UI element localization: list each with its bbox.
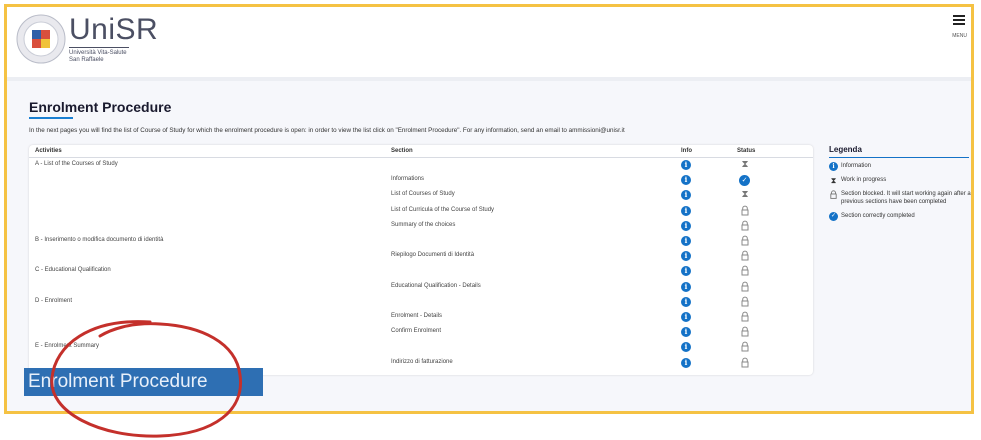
- lock-icon: [739, 265, 751, 277]
- section-cell[interactable]: Indirizzo di fatturazione: [391, 359, 453, 365]
- table-row: B - Inserimento o modifica documento di …: [29, 234, 813, 249]
- legend-item-completed: ✓ Section correctly completed: [829, 212, 971, 221]
- header: UniSR Università Vita-Salute San Raffael…: [7, 7, 971, 77]
- info-icon[interactable]: i: [681, 190, 691, 201]
- legend-item-information: i Information: [829, 162, 971, 171]
- hourglass-icon: ⧗: [741, 159, 749, 170]
- lock-icon: [739, 205, 751, 217]
- table-row: Educational Qualification - Details i: [29, 280, 813, 295]
- header-activities: Activities: [35, 148, 62, 154]
- lock-icon: [739, 341, 751, 353]
- info-icon[interactable]: i: [681, 266, 691, 277]
- hourglass-icon: ⧗: [830, 176, 837, 185]
- lock-icon: [739, 357, 751, 369]
- hourglass-icon: ⧗: [741, 189, 749, 201]
- university-seal-logo: [16, 14, 66, 64]
- section-cell[interactable]: List of Curricula of the Course of Study: [391, 207, 494, 213]
- section-cell[interactable]: Confirm Enrolment: [391, 328, 441, 334]
- page-title: Enrolment Procedure: [29, 99, 172, 115]
- legend-underline: [829, 157, 969, 158]
- info-icon[interactable]: i: [681, 281, 691, 292]
- table-row: E - Enrolment Summary i: [29, 340, 813, 355]
- section-cell[interactable]: Riepilogo Documenti di Identità: [391, 252, 474, 258]
- section-cell[interactable]: Enrolment - Details: [391, 313, 442, 319]
- main-content: Enrolment Procedure In the next pages yo…: [7, 81, 974, 411]
- title-underline: [29, 117, 73, 119]
- legend-item-section-blocked: Section blocked. It will start working a…: [829, 190, 974, 206]
- activity-cell: A - List of the Courses of Study: [35, 161, 118, 167]
- section-cell[interactable]: Informations: [391, 176, 424, 182]
- hamburger-menu-icon[interactable]: [953, 15, 965, 27]
- info-icon[interactable]: i: [681, 205, 691, 216]
- table-row: D - Enrolment i: [29, 295, 813, 310]
- table-row: Informations i ✓: [29, 173, 813, 188]
- table-row: A - List of the Courses of Study i ⧗: [29, 158, 813, 173]
- enrolment-procedure-link[interactable]: Enrolment Procedure: [24, 368, 263, 396]
- header-section: Section: [391, 148, 413, 154]
- legend-item-work-in-progress: ⧗ Work in progress: [829, 176, 971, 185]
- lock-icon: [739, 235, 751, 247]
- logo-divider: [69, 47, 129, 48]
- lock-icon: [739, 326, 751, 338]
- lock-icon: [739, 250, 751, 262]
- logo-name[interactable]: UniSR: [69, 13, 158, 47]
- screenshot-frame: UniSR Università Vita-Salute San Raffael…: [4, 4, 974, 414]
- info-icon[interactable]: i: [681, 236, 691, 246]
- intro-text: In the next pages you will find the list…: [29, 127, 625, 134]
- legend-text: Section blocked. It will start working a…: [841, 191, 974, 205]
- menu-label[interactable]: MENU: [952, 33, 967, 39]
- table-row: Riepilogo Documenti di Identità i: [29, 249, 813, 264]
- activity-cell: C - Educational Qualification: [35, 267, 111, 274]
- lock-icon: [829, 190, 838, 199]
- section-cell[interactable]: Educational Qualification - Details: [391, 283, 481, 289]
- lock-icon: [739, 220, 751, 232]
- table-header: Activities Section Info Status: [29, 145, 813, 158]
- info-icon[interactable]: i: [681, 251, 691, 262]
- legend-title: Legenda: [829, 145, 862, 154]
- info-icon[interactable]: i: [681, 357, 691, 368]
- section-cell[interactable]: List of Courses of Study: [391, 191, 455, 197]
- check-icon: ✓: [739, 175, 750, 187]
- lock-icon: [739, 296, 751, 308]
- header-status: Status: [737, 148, 756, 154]
- info-icon[interactable]: i: [681, 342, 691, 353]
- table-row: List of Courses of Study i ⧗: [29, 188, 813, 203]
- legend-text: Section correctly completed: [841, 213, 915, 219]
- info-icon[interactable]: i: [681, 175, 691, 186]
- info-icon[interactable]: i: [681, 160, 691, 170]
- check-icon: ✓: [829, 212, 838, 221]
- table-row: Confirm Enrolment i: [29, 325, 813, 340]
- logo-subtitle: Università Vita-Salute San Raffaele: [69, 50, 127, 64]
- lock-icon: [739, 281, 751, 293]
- table-row: Summary of the choices i: [29, 219, 813, 234]
- logo-subtitle-line-1: Università Vita-Salute: [69, 50, 127, 56]
- lock-icon: [739, 311, 751, 323]
- info-icon[interactable]: i: [681, 296, 691, 307]
- section-cell[interactable]: Summary of the choices: [391, 222, 455, 228]
- legend-text: Information: [841, 163, 872, 169]
- info-icon[interactable]: i: [681, 312, 691, 322]
- header-info: Info: [681, 148, 692, 154]
- legend-text: Work in progress: [841, 177, 887, 183]
- procedure-table: Activities Section Info Status A - List …: [29, 145, 813, 375]
- info-icon: i: [829, 162, 838, 171]
- info-icon[interactable]: i: [681, 327, 691, 338]
- table-row: List of Curricula of the Course of Study…: [29, 204, 813, 219]
- table-row: C - Educational Qualification i: [29, 264, 813, 279]
- table-row: Enrolment - Details i: [29, 310, 813, 325]
- activity-cell: D - Enrolment: [35, 297, 73, 304]
- activity-cell: B - Inserimento o modifica documento di …: [35, 237, 164, 243]
- legend-panel: Legenda i Information ⧗ Work in progress…: [829, 145, 974, 226]
- info-icon[interactable]: i: [681, 220, 691, 231]
- logo-subtitle-line-2: San Raffaele: [69, 57, 104, 63]
- activity-cell: E - Enrolment Summary: [35, 343, 100, 350]
